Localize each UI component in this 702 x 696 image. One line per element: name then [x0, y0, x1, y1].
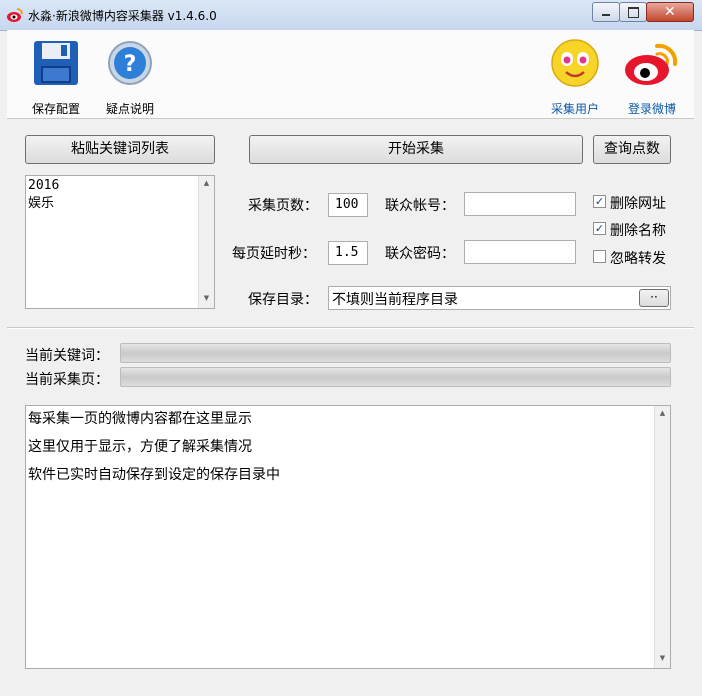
keyword-line: 娱乐: [28, 196, 55, 211]
save-config-label: 保存配置: [31, 102, 80, 116]
delay-input[interactable]: 1.5: [328, 241, 368, 265]
close-icon: ✕: [664, 4, 676, 20]
ignore-repost-checkbox[interactable]: [593, 250, 606, 263]
delete-url-option[interactable]: ✓ 删除网址: [593, 193, 688, 212]
scroll-up-arrow-icon[interactable]: ▲: [199, 179, 214, 187]
help-button[interactable]: ? 疑点说明: [95, 30, 165, 118]
delete-url-label: 删除网址: [610, 196, 666, 212]
close-button[interactable]: ✕: [646, 2, 694, 22]
password-label: 联众密码：: [385, 246, 455, 262]
browse-button[interactable]: ··: [639, 289, 669, 307]
delete-name-option[interactable]: ✓ 删除名称: [593, 220, 688, 239]
current-keyword-label: 当前关键词：: [25, 348, 109, 364]
minimize-button[interactable]: [592, 2, 620, 22]
pages-input[interactable]: 100: [328, 193, 368, 217]
pages-label: 采集页数：: [248, 198, 318, 214]
delete-url-checkbox[interactable]: ✓: [593, 195, 606, 208]
log-line: 软件已实时自动保存到设定的保存目录中: [28, 467, 280, 483]
title-bar: 水淼·新浪微博内容采集器 v1.4.6.0 ✕: [0, 0, 702, 31]
svg-text:?: ?: [124, 52, 137, 77]
floppy-disk-icon: [33, 40, 79, 89]
login-weibo-label: 登录微博: [627, 102, 676, 116]
save-dir-input[interactable]: 不填则当前程序目录 ··: [328, 286, 671, 310]
maximize-button[interactable]: [619, 2, 647, 22]
scroll-up-arrow-icon[interactable]: ▲: [655, 409, 670, 417]
weibo-logo-icon: [623, 38, 681, 91]
log-text: 每采集一页的微博内容都在这里显示 这里仅用于显示，方便了解采集情况 软件已实时自…: [28, 408, 280, 492]
keyword-list[interactable]: 2016 娱乐 ▲ ▼: [25, 175, 215, 309]
smiley-face-icon: [550, 38, 600, 91]
delete-name-checkbox[interactable]: ✓: [593, 222, 606, 235]
scroll-down-arrow-icon[interactable]: ▼: [199, 294, 214, 302]
window-title: 水淼·新浪微博内容采集器 v1.4.6.0: [28, 9, 217, 23]
save-config-button[interactable]: 保存配置: [21, 30, 91, 118]
ignore-repost-option[interactable]: 忽略转发: [593, 248, 688, 267]
save-dir-label: 保存目录：: [248, 292, 318, 308]
log-area[interactable]: 每采集一页的微博内容都在这里显示 这里仅用于显示，方便了解采集情况 软件已实时自…: [25, 405, 671, 669]
account-label: 联众帐号：: [385, 198, 455, 214]
account-input[interactable]: [464, 192, 576, 216]
current-page-progress: [120, 367, 671, 387]
keyword-line: 2016: [28, 178, 60, 193]
password-input[interactable]: [464, 240, 576, 264]
separator: [7, 327, 694, 329]
client-area: 保存配置 ? 疑点说明 采集用户 登录微博 粘贴关键词列表 开始采集 查询点数 …: [7, 30, 694, 696]
keyword-list-scrollbar[interactable]: ▲ ▼: [198, 176, 214, 308]
maximize-icon: [628, 7, 639, 18]
question-icon: ?: [107, 40, 153, 89]
start-collect-button[interactable]: 开始采集: [249, 135, 583, 164]
scroll-down-arrow-icon[interactable]: ▼: [655, 654, 670, 662]
help-label: 疑点说明: [105, 102, 154, 116]
ignore-repost-label: 忽略转发: [610, 251, 666, 267]
login-weibo-button[interactable]: 登录微博: [613, 30, 691, 118]
query-points-button[interactable]: 查询点数: [593, 135, 671, 164]
save-dir-value: 不填则当前程序目录: [332, 292, 458, 308]
collect-users-button[interactable]: 采集用户: [540, 30, 610, 118]
minimize-icon: [602, 14, 610, 16]
log-line: 每采集一页的微博内容都在这里显示: [28, 411, 252, 427]
delay-label: 每页延时秒：: [232, 246, 316, 262]
collect-users-label: 采集用户: [550, 102, 599, 116]
toolbar: 保存配置 ? 疑点说明 采集用户 登录微博: [7, 30, 694, 119]
paste-keywords-button[interactable]: 粘贴关键词列表: [25, 135, 215, 164]
weibo-icon: [6, 6, 24, 24]
delete-name-label: 删除名称: [610, 223, 666, 239]
current-keyword-progress: [120, 343, 671, 363]
log-line: 这里仅用于显示，方便了解采集情况: [28, 439, 252, 455]
current-page-label: 当前采集页：: [25, 372, 109, 388]
log-scrollbar[interactable]: ▲ ▼: [654, 406, 670, 668]
